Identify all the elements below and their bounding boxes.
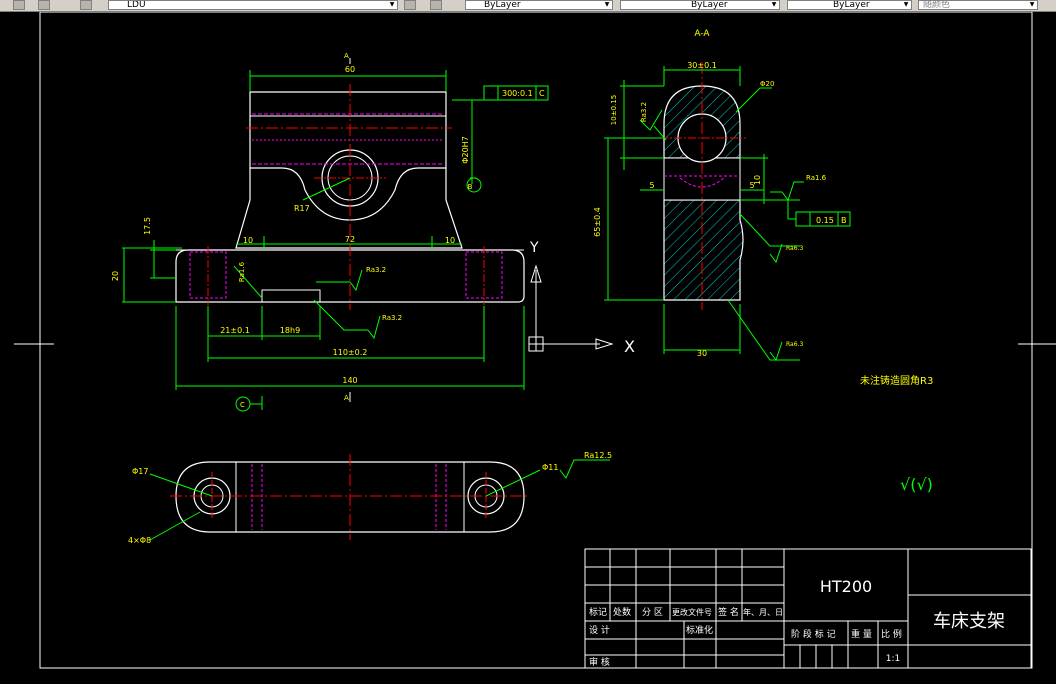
top-view xyxy=(170,454,530,540)
tb-zone: 分 区 xyxy=(642,607,663,618)
plotstyle-dropdown[interactable]: 随颜色 ▼ xyxy=(918,0,1038,10)
rough-top-text: Ra3.2 xyxy=(366,266,386,274)
layer-manager-icon[interactable] xyxy=(13,0,25,10)
dim-18: 18h9 xyxy=(280,326,300,335)
datum-c-circle: C xyxy=(240,401,245,409)
side-view xyxy=(660,62,746,310)
ucs-x-label: X xyxy=(624,337,635,356)
rough-side-right: Ra1.6 xyxy=(806,174,827,182)
dim-radius: R17 xyxy=(294,204,310,213)
tb-review: 审 核 xyxy=(589,656,610,668)
dim-65: 65±0.4 xyxy=(593,207,602,237)
layer-previous-icon[interactable] xyxy=(80,0,92,10)
tb-material: HT200 xyxy=(820,577,872,596)
chevron-down-icon: ▼ xyxy=(1029,1,1035,8)
dim-holes: 4×Φ8 xyxy=(128,536,151,545)
tb-date: 年、月、日 xyxy=(743,607,783,617)
tb-standard: 标准化 xyxy=(686,624,713,636)
dim-20: 20 xyxy=(111,271,120,281)
rough-left-text: Ra1.6 xyxy=(238,261,246,282)
tb-part-name: 车床支架 xyxy=(933,611,1005,632)
tol-frame-text: 300:0.1 xyxy=(502,89,533,98)
chevron-down-icon: ▼ xyxy=(903,1,909,8)
layer-dropdown[interactable]: LDU ▼ xyxy=(108,0,398,10)
ucs-y-label: Y xyxy=(529,240,539,256)
layer-match-icon[interactable] xyxy=(430,0,442,10)
color-value: ByLayer xyxy=(484,0,521,10)
tb-ratio: 比 例 xyxy=(881,628,902,640)
datum-c-text: C xyxy=(539,89,545,98)
lineweight-value: ByLayer xyxy=(833,0,870,10)
tol-side-text: 0.15 xyxy=(816,216,834,225)
tb-design: 设 计 xyxy=(589,624,610,636)
drawing-canvas[interactable]: 60 300:0.1 C B Φ20H7 R17 10 72 10 17.5 2… xyxy=(0,11,1056,680)
dim-left-10: 10 xyxy=(243,236,253,245)
tb-count: 处数 xyxy=(613,606,631,618)
layer-value: LDU xyxy=(127,0,146,10)
dim-dia17: Φ17 xyxy=(132,467,148,476)
make-current-icon[interactable] xyxy=(404,0,416,10)
tb-mark: 标记 xyxy=(589,606,607,618)
datum-b-text: B xyxy=(841,216,847,225)
dim-bore-dia: Φ20H7 xyxy=(461,136,470,164)
rough-side-left: Ra3.2 xyxy=(640,102,648,122)
tb-stage: 阶 段 标 记 xyxy=(791,628,836,640)
plotstyle-value: 随颜色 xyxy=(923,0,951,10)
datum-b-circle-text: B xyxy=(468,183,473,191)
title-block-text: 标记 处数 分 区 更改文件号 签 名 年、月、日 设 计 标准化 审 核 阶 … xyxy=(589,577,1005,668)
top-dimensions xyxy=(149,459,610,541)
casting-note: 未注铸造圆角R3 xyxy=(860,374,933,387)
dim-30: 30±0.1 xyxy=(687,61,717,70)
dim-bottom-30: 30 xyxy=(697,349,707,358)
rough-side-bottom: Ra6.3 xyxy=(786,341,803,348)
color-dropdown[interactable]: ByLayer ▼ xyxy=(465,0,613,10)
ucs-icon xyxy=(528,264,614,352)
roughness-symbol: √(√) xyxy=(900,475,933,494)
tb-sign: 签 名 xyxy=(718,606,739,618)
linetype-dropdown[interactable]: ByLayer ▼ xyxy=(620,0,780,10)
rough-bottom-text: Ra3.2 xyxy=(382,314,402,322)
linetype-value: ByLayer xyxy=(691,0,728,10)
section-mark-bottom: A xyxy=(344,394,349,402)
dim-5-left: 5 xyxy=(649,181,654,190)
chevron-down-icon: ▼ xyxy=(604,1,610,8)
layer-state-icon[interactable] xyxy=(38,0,50,10)
front-dimensions xyxy=(122,70,549,412)
chevron-down-icon: ▼ xyxy=(389,1,395,8)
lineweight-dropdown[interactable]: ByLayer ▼ xyxy=(787,0,912,10)
dim-right-10: 10 xyxy=(445,236,455,245)
dim-10-side: 10 xyxy=(753,175,762,185)
drawing-svg: 60 300:0.1 C B Φ20H7 R17 10 72 10 17.5 2… xyxy=(14,11,1056,669)
dim-17-5: 17.5 xyxy=(143,217,152,235)
dim-dia11: Φ11 xyxy=(542,463,558,472)
section-label: A-A xyxy=(694,29,710,39)
tb-weight: 重 量 xyxy=(851,628,872,640)
dim-21: 21±0.1 xyxy=(220,326,250,335)
tb-doc: 更改文件号 xyxy=(672,607,712,617)
rough-top-view: Ra12.5 xyxy=(584,451,612,460)
dim-10-height: 10±0.15 xyxy=(610,95,618,125)
dim-140: 140 xyxy=(342,376,357,385)
section-mark-top: A xyxy=(344,52,349,60)
dim-dia-side: Φ20 xyxy=(760,80,774,88)
tb-scale: 1:1 xyxy=(886,654,900,664)
properties-toolbar: LDU ▼ ByLayer ▼ ByLayer ▼ ByLayer ▼ 随颜色 … xyxy=(0,0,1056,12)
dim-110: 110±0.2 xyxy=(333,348,368,357)
rough-side-low: Ra6.3 xyxy=(786,245,803,252)
dim-60: 60 xyxy=(345,65,355,74)
dim-72: 72 xyxy=(345,235,355,244)
chevron-down-icon: ▼ xyxy=(771,1,777,8)
